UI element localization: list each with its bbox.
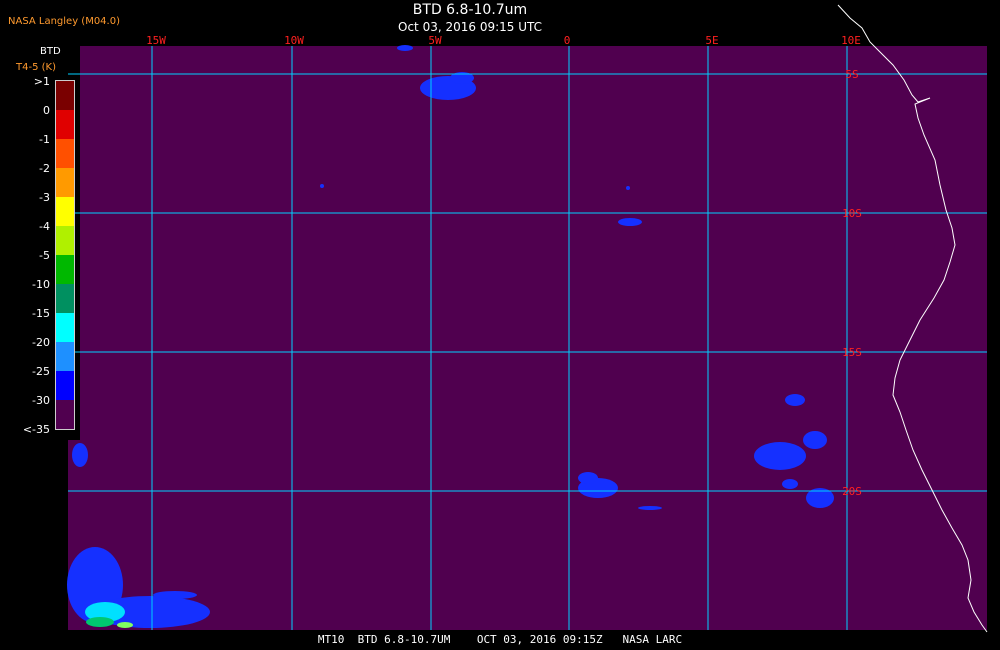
lat-label: 10S — [842, 207, 862, 220]
lat-label: 5S — [845, 68, 858, 81]
color-legend — [55, 80, 75, 430]
legend-label: -1 — [39, 133, 50, 146]
lat-label: 20S — [842, 485, 862, 498]
lon-label: 0 — [564, 34, 571, 47]
cloud-cluster-central-b — [578, 472, 598, 484]
legend-swatch — [56, 110, 74, 139]
legend-label: -25 — [32, 365, 50, 378]
legend-label: -4 — [39, 220, 50, 233]
lat-label: 15S — [842, 346, 862, 359]
legend-label: 0 — [43, 104, 50, 117]
legend-units: T4-5 (K) — [16, 62, 56, 73]
legend-label: -3 — [39, 191, 50, 204]
lon-label: 10W — [284, 34, 304, 47]
legend-swatch — [56, 342, 74, 371]
legend-swatch — [56, 139, 74, 168]
legend-swatch — [56, 313, 74, 342]
lon-label: 5W — [428, 34, 442, 47]
legend-label: -10 — [32, 278, 50, 291]
legend-swatch — [56, 400, 74, 429]
legend-label: -15 — [32, 307, 50, 320]
map-area — [80, 46, 987, 630]
legend-swatch — [56, 255, 74, 284]
lon-label: 10E — [841, 34, 861, 47]
legend-swatch — [56, 226, 74, 255]
legend-swatch — [56, 81, 74, 110]
cloud-green-patch — [86, 617, 114, 627]
footer-caption: MT10 BTD 6.8-10.7UM OCT 03, 2016 09:15Z … — [317, 633, 683, 646]
cloud-speck — [638, 506, 662, 510]
cloud-cluster-east-b — [803, 431, 827, 449]
legend-label: -30 — [32, 394, 50, 407]
lon-label: 5E — [705, 34, 718, 47]
legend-label: -2 — [39, 162, 50, 175]
legend-labels: >1 0 -1 -2 -3 -4 -5 -10 -15 -20 -25 -30 <-35 — [14, 75, 50, 436]
satellite-map[interactable]: 15W 10W 5W 0 5E 10E 5S 10S 15S 20S — [0, 0, 1000, 650]
legend-heading: BTD — [40, 46, 61, 57]
cloud-green-patch — [117, 622, 133, 628]
legend-swatch — [56, 168, 74, 197]
cloud-speck — [320, 184, 324, 188]
lon-label: 15W — [146, 34, 166, 47]
legend-label: -5 — [39, 249, 50, 262]
timestamp-title: Oct 03, 2016 09:15 UTC — [398, 20, 542, 34]
legend-label: >1 — [33, 75, 50, 88]
cloud-speck — [626, 186, 630, 190]
cloud-cluster-east — [754, 442, 806, 470]
cloud-speck — [397, 45, 413, 51]
cloud-speck — [785, 394, 805, 406]
legend-label: -20 — [32, 336, 50, 349]
legend-label: <-35 — [22, 423, 50, 436]
cloud-edge-sw-d — [153, 591, 197, 599]
legend-swatch — [56, 371, 74, 400]
cloud-edge-sw-c — [72, 443, 88, 467]
product-title: BTD 6.8-10.7um — [412, 2, 528, 18]
cloud-speck — [618, 218, 642, 226]
cloud-cluster-east-d — [782, 479, 798, 489]
longitude-labels: 15W 10W 5W 0 5E 10E — [146, 34, 861, 47]
legend-swatch — [56, 197, 74, 226]
legend-swatch — [56, 284, 74, 313]
